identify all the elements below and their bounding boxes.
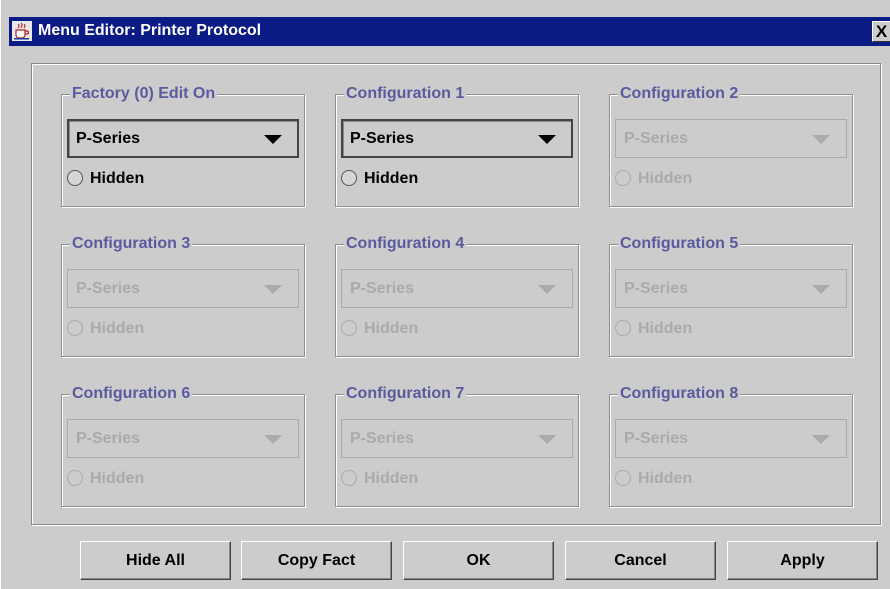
- configurations-panel: Factory (0) Edit On P-Series Hidden Conf…: [31, 63, 881, 525]
- protocol-combobox: P-Series: [67, 269, 299, 308]
- radio-unchecked-icon: [615, 320, 631, 336]
- radio-label: Hidden: [90, 320, 145, 337]
- triangle-down-icon: [538, 435, 556, 444]
- hidden-radio: Hidden: [615, 169, 815, 191]
- hidden-radio: Hidden: [341, 319, 541, 341]
- window-title: Menu Editor: Printer Protocol: [38, 22, 262, 39]
- radio-label: Hidden: [90, 470, 145, 487]
- combo-selected-value: P-Series: [76, 430, 141, 447]
- group-title: Configuration 7: [344, 384, 467, 404]
- group-title: Configuration 4: [344, 234, 467, 254]
- group-configuration-6: Configuration 6 P-Series Hidden: [61, 384, 305, 507]
- combo-selected-value: P-Series: [350, 430, 415, 447]
- close-icon: X: [875, 22, 888, 41]
- hidden-radio: Hidden: [67, 319, 267, 341]
- radio-unchecked-icon: [615, 470, 631, 486]
- group-configuration-5: Configuration 5 P-Series Hidden: [609, 234, 853, 357]
- radio-unchecked-icon: [67, 170, 83, 186]
- apply-button[interactable]: Apply: [727, 541, 878, 580]
- group-factory: Factory (0) Edit On P-Series Hidden: [61, 84, 305, 207]
- menu-editor-window: Menu Editor: Printer Protocol X Factory …: [0, 0, 890, 589]
- combo-selected-value: P-Series: [624, 430, 689, 447]
- close-button[interactable]: X: [872, 21, 890, 42]
- protocol-combobox[interactable]: P-Series: [341, 119, 573, 158]
- group-configuration-1: Configuration 1 P-Series Hidden: [335, 84, 579, 207]
- radio-label: Hidden: [638, 170, 693, 187]
- hidden-radio: Hidden: [67, 469, 267, 491]
- protocol-combobox: P-Series: [67, 419, 299, 458]
- group-configuration-2: Configuration 2 P-Series Hidden: [609, 84, 853, 207]
- combo-selected-value: P-Series: [350, 130, 415, 147]
- hidden-radio: Hidden: [615, 469, 815, 491]
- group-title: Configuration 3: [70, 234, 193, 254]
- radio-unchecked-icon: [341, 470, 357, 486]
- group-title: Configuration 2: [618, 84, 741, 104]
- triangle-down-icon: [812, 135, 830, 144]
- protocol-combobox: P-Series: [341, 269, 573, 308]
- group-configuration-4: Configuration 4 P-Series Hidden: [335, 234, 579, 357]
- radio-unchecked-icon: [615, 170, 631, 186]
- combo-selected-value: P-Series: [76, 130, 141, 147]
- combo-selected-value: P-Series: [76, 280, 141, 297]
- group-title: Configuration 5: [618, 234, 741, 254]
- triangle-down-icon: [264, 435, 282, 444]
- radio-label: Hidden: [364, 470, 419, 487]
- radio-unchecked-icon: [67, 470, 83, 486]
- radio-label: Hidden: [364, 320, 419, 337]
- ok-button[interactable]: OK: [403, 541, 554, 580]
- protocol-combobox: P-Series: [615, 419, 847, 458]
- hidden-radio: Hidden: [615, 319, 815, 341]
- title-bar[interactable]: Menu Editor: Printer Protocol X: [9, 17, 890, 46]
- group-configuration-3: Configuration 3 P-Series Hidden: [61, 234, 305, 357]
- group-title: Configuration 8: [618, 384, 741, 404]
- protocol-combobox: P-Series: [341, 419, 573, 458]
- cancel-button[interactable]: Cancel: [565, 541, 716, 580]
- group-title: Configuration 6: [70, 384, 193, 404]
- radio-unchecked-icon: [341, 170, 357, 186]
- combo-selected-value: P-Series: [624, 280, 689, 297]
- copy-fact-button[interactable]: Copy Fact: [241, 541, 392, 580]
- protocol-combobox[interactable]: P-Series: [67, 119, 299, 158]
- hidden-radio[interactable]: Hidden: [67, 169, 267, 191]
- triangle-down-icon: [812, 285, 830, 294]
- java-coffee-cup-icon: [12, 21, 32, 41]
- triangle-down-icon: [264, 285, 282, 294]
- triangle-down-icon: [538, 285, 556, 294]
- group-configuration-7: Configuration 7 P-Series Hidden: [335, 384, 579, 507]
- combo-selected-value: P-Series: [350, 280, 415, 297]
- radio-unchecked-icon: [67, 320, 83, 336]
- radio-label: Hidden: [90, 170, 145, 187]
- radio-label: Hidden: [364, 170, 419, 187]
- triangle-down-icon: [264, 135, 282, 144]
- hidden-radio[interactable]: Hidden: [341, 169, 541, 191]
- triangle-down-icon: [812, 435, 830, 444]
- protocol-combobox: P-Series: [615, 119, 847, 158]
- radio-unchecked-icon: [341, 320, 357, 336]
- triangle-down-icon: [538, 135, 556, 144]
- group-configuration-8: Configuration 8 P-Series Hidden: [609, 384, 853, 507]
- radio-label: Hidden: [638, 470, 693, 487]
- hide-all-button[interactable]: Hide All: [80, 541, 231, 580]
- hidden-radio: Hidden: [341, 469, 541, 491]
- group-title: Factory (0) Edit On: [70, 84, 218, 104]
- protocol-combobox: P-Series: [615, 269, 847, 308]
- combo-selected-value: P-Series: [624, 130, 689, 147]
- radio-label: Hidden: [638, 320, 693, 337]
- group-title: Configuration 1: [344, 84, 467, 104]
